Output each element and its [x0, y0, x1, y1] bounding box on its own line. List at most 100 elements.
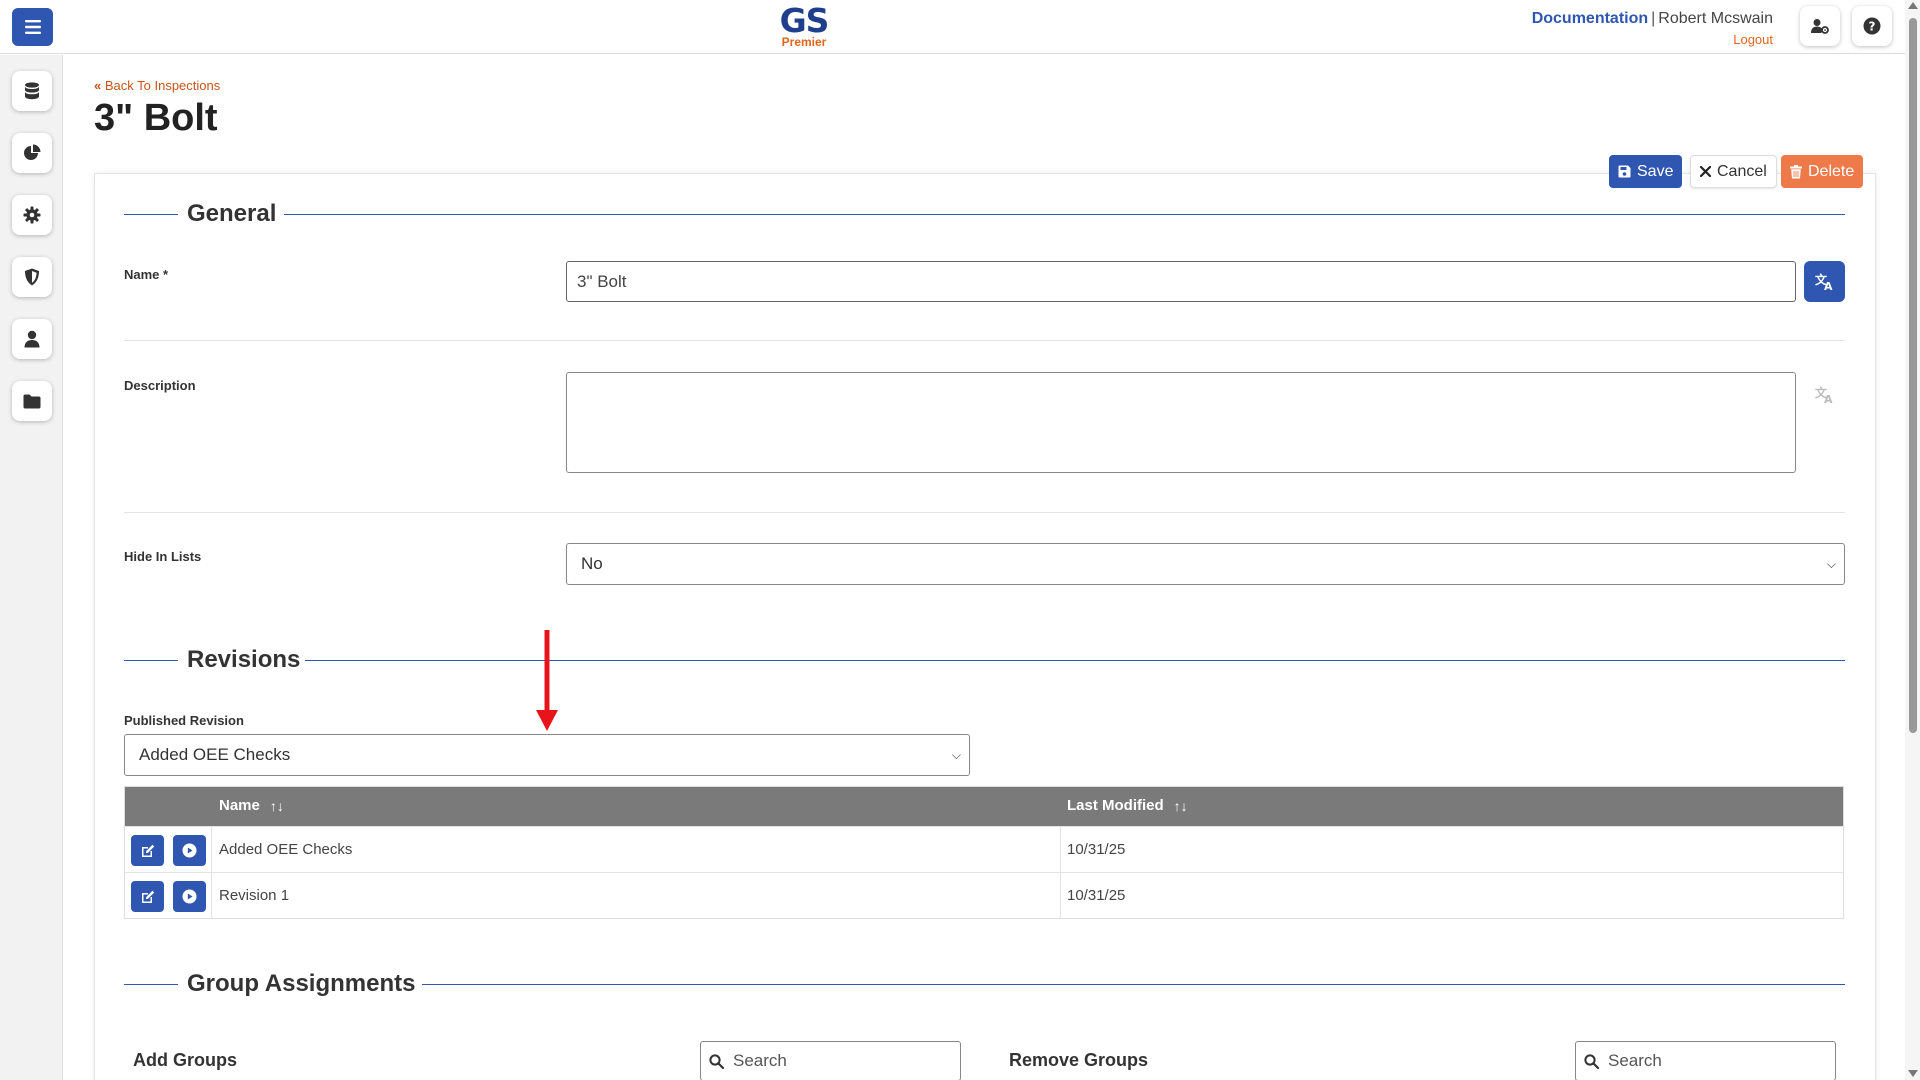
sidebar-item-settings[interactable] [12, 195, 52, 235]
save-button[interactable]: Save [1609, 155, 1683, 188]
revision-last-modified: 10/31/25 [1067, 887, 1126, 904]
documentation-link[interactable]: Documentation [1532, 10, 1648, 27]
hide-in-lists-value: No [581, 554, 603, 573]
sidebar-item-files[interactable] [12, 381, 52, 421]
logo-text: GS [779, 1, 830, 40]
close-icon [1700, 166, 1711, 177]
hide-in-lists-label: Hide In Lists [124, 549, 202, 564]
remove-groups-search[interactable]: Search [1575, 1041, 1836, 1080]
hide-in-lists-select[interactable]: No ⌵ [566, 543, 1845, 585]
section-rule [422, 984, 1845, 985]
translate-icon: 文A [1815, 386, 1833, 404]
table-header: Name ↑↓ Last Modified ↑↓ [125, 787, 1843, 826]
published-revision-select[interactable]: Added OEE Checks ⌵ [124, 734, 970, 776]
question-circle-icon: ? [1863, 17, 1881, 35]
section-rule [124, 984, 178, 985]
edit-revision-button[interactable] [131, 835, 164, 866]
add-groups-heading: Add Groups [133, 1050, 237, 1070]
translate-description-button[interactable]: 文A [1812, 382, 1838, 408]
svg-text:?: ? [1869, 20, 1876, 34]
remove-groups-heading: Remove Groups [1009, 1050, 1149, 1070]
play-circle-icon [182, 843, 197, 858]
sidebar-item-security[interactable] [12, 257, 52, 297]
section-rule [124, 214, 178, 215]
cell-divider [1060, 827, 1061, 872]
user-gear-icon [1811, 19, 1829, 34]
sidebar-item-reports[interactable] [12, 133, 52, 173]
translate-name-button[interactable]: 文A [1804, 261, 1845, 302]
cancel-button[interactable]: Cancel [1690, 155, 1777, 188]
description-textarea[interactable] [566, 372, 1796, 473]
sort-icon: ↑↓ [269, 797, 284, 814]
folder-icon [23, 394, 41, 408]
general-heading: General [187, 200, 287, 228]
sort-icon: ↑↓ [1173, 797, 1188, 814]
user-area: Documentation | Robert Mcswain Logout [1532, 10, 1773, 47]
group-assignments-heading: Group Assignments [187, 970, 426, 998]
cell-divider [211, 873, 212, 918]
run-revision-button[interactable] [173, 835, 206, 866]
cell-divider [211, 827, 212, 872]
scroll-thumb[interactable] [1909, 18, 1917, 733]
add-groups-search[interactable]: Search [700, 1041, 961, 1080]
chevron-down-icon: ⌵ [951, 748, 961, 762]
play-circle-icon [182, 889, 197, 904]
search-placeholder: Search [733, 1051, 787, 1070]
sidebar-item-data[interactable] [12, 71, 52, 111]
scroll-down-icon[interactable] [1908, 1070, 1918, 1077]
published-revision-value: Added OEE Checks [139, 745, 291, 764]
delete-button[interactable]: Delete [1781, 155, 1864, 188]
trash-icon [1790, 164, 1802, 179]
divider [124, 512, 1845, 513]
column-header-name[interactable]: Name ↑↓ [219, 797, 284, 814]
table-row: Revision 1 10/31/25 [125, 872, 1843, 918]
help-button[interactable]: ? [1852, 6, 1892, 46]
header-separator: | [1651, 10, 1656, 27]
page-scrollbar[interactable] [1905, 0, 1920, 1080]
search-icon [709, 1053, 724, 1069]
user-name: Robert Mcswain [1658, 10, 1773, 27]
description-label: Description [124, 378, 196, 393]
back-to-inspections-link[interactable]: « Back To Inspections [94, 78, 220, 93]
search-icon [1584, 1053, 1599, 1069]
annotation-arrow-icon [536, 630, 558, 737]
menu-button[interactable] [12, 8, 53, 46]
run-revision-button[interactable] [173, 881, 206, 912]
svg-text:A: A [1824, 280, 1833, 291]
page-title: 3" Bolt [94, 97, 218, 139]
column-header-label: Name [219, 797, 260, 814]
sidebar-item-users[interactable] [12, 319, 52, 359]
revisions-heading: Revisions [187, 646, 311, 674]
revision-name: Revision 1 [219, 887, 290, 904]
revision-last-modified: 10/31/25 [1067, 841, 1126, 858]
name-label: Name * [124, 267, 169, 282]
svg-text:A: A [1824, 393, 1833, 404]
column-header-last-modified[interactable]: Last Modified ↑↓ [1067, 797, 1188, 814]
save-label: Save [1637, 162, 1674, 180]
name-input[interactable]: 3" Bolt [566, 261, 1796, 302]
scroll-up-icon[interactable] [1908, 2, 1918, 9]
cancel-label: Cancel [1717, 162, 1767, 180]
top-bar: GS Premier Documentation | Robert Mcswain … [0, 0, 1905, 54]
logout-link[interactable]: Logout [1532, 32, 1773, 47]
logo-subtitle: Premier [781, 35, 827, 49]
translate-icon: 文A [1815, 273, 1833, 291]
general-section-header: General [124, 200, 1845, 230]
edit-icon [141, 844, 154, 857]
hamburger-icon [24, 20, 41, 34]
chevron-down-icon: ⌵ [1826, 557, 1836, 571]
back-link-label: Back To Inspections [104, 78, 221, 93]
app-logo[interactable]: GS Premier [778, 1, 830, 49]
user-icon [24, 330, 40, 348]
edit-icon [141, 890, 154, 903]
edit-revision-button[interactable] [131, 881, 164, 912]
divider [124, 340, 1845, 341]
revisions-table: Name ↑↓ Last Modified ↑↓ Added OEE Check… [124, 786, 1844, 919]
group-assignments-section-header: Group Assignments [124, 970, 1845, 1000]
table-row: Added OEE Checks 10/31/25 [125, 826, 1843, 872]
delete-label: Delete [1808, 162, 1855, 180]
double-chevron-left-icon: « [94, 78, 102, 93]
user-settings-button[interactable] [1800, 6, 1840, 46]
form-card [94, 173, 1876, 1080]
search-placeholder: Search [1608, 1051, 1662, 1070]
